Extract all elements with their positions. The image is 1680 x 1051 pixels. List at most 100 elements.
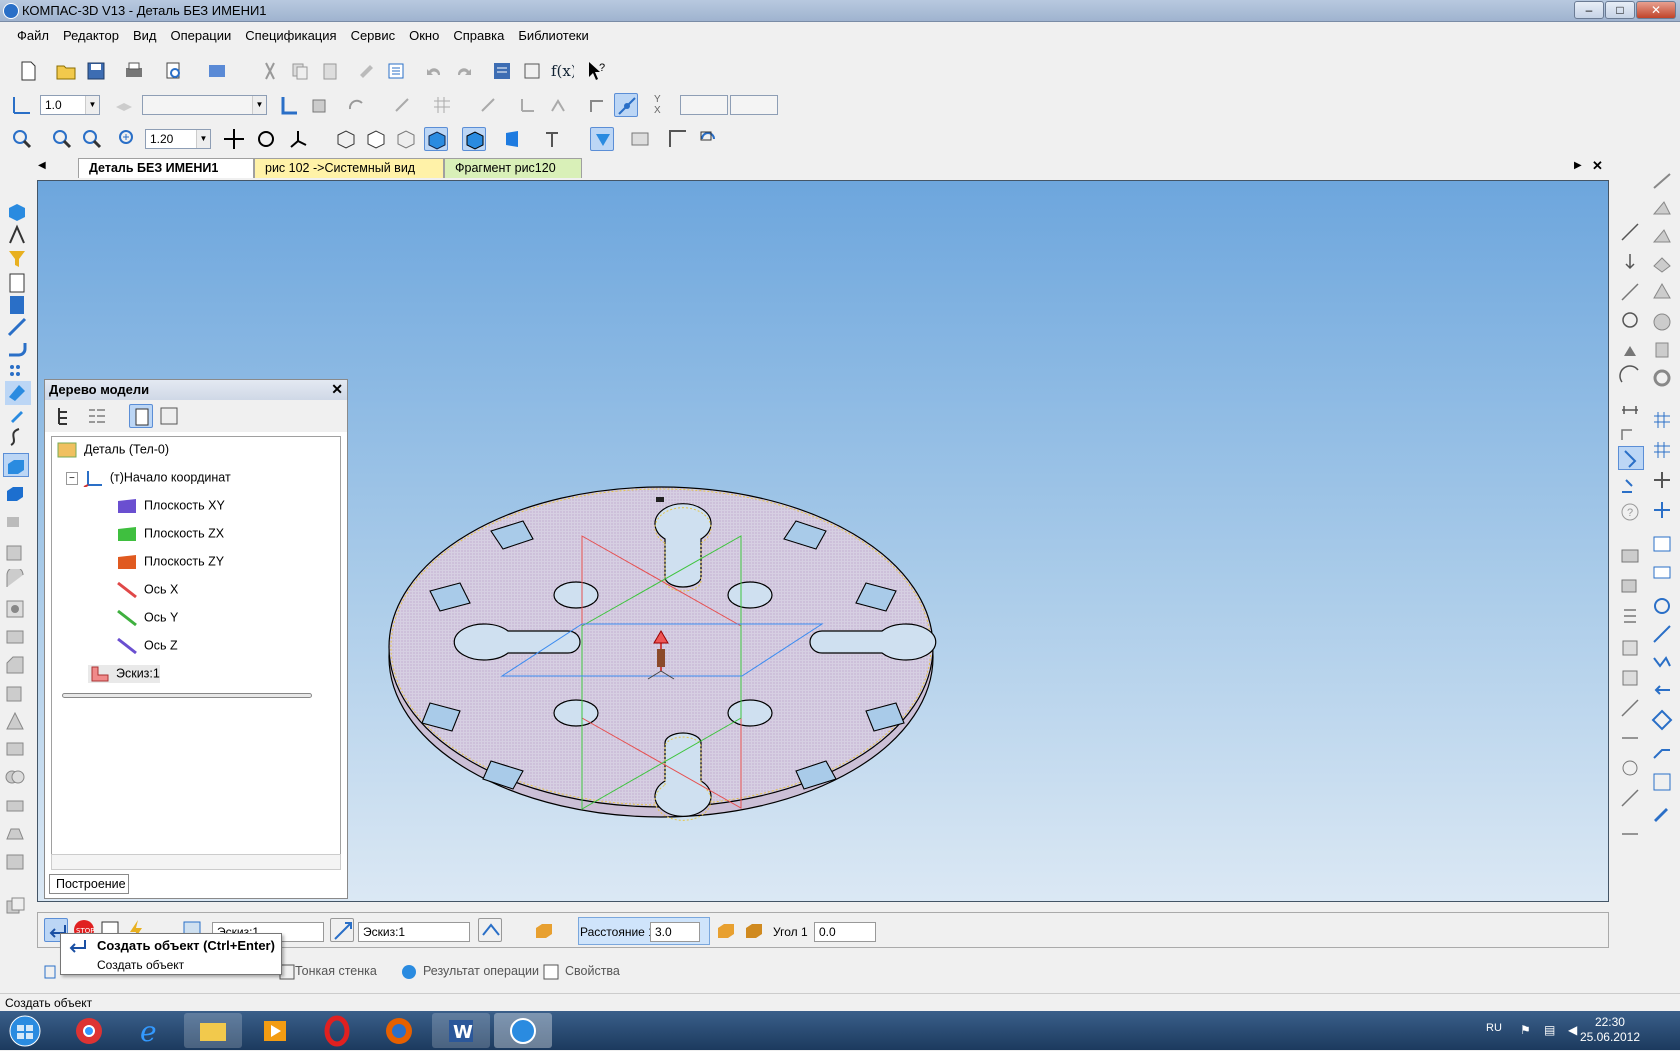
curves-icon[interactable] (5, 223, 31, 247)
direction-icon[interactable] (330, 918, 354, 942)
circle-icon[interactable] (1618, 308, 1644, 332)
filter-icon[interactable] (5, 247, 31, 271)
tree-view-icon[interactable] (129, 404, 153, 428)
display-mode-icon[interactable] (590, 127, 614, 151)
specification-icon[interactable] (5, 271, 31, 295)
zoom-scale-icon[interactable] (116, 127, 140, 151)
point-icon[interactable] (1618, 338, 1644, 362)
chevron-left-icon[interactable]: ◀ (38, 160, 46, 171)
tree-node-axis-y[interactable]: Ось Y (116, 609, 178, 627)
tree-node-part[interactable]: Деталь (Тел-0) (56, 441, 169, 459)
section-icon[interactable] (542, 127, 566, 151)
table-icon[interactable] (1650, 438, 1676, 462)
tree-node-plane-zx[interactable]: Плоскость ZX (116, 525, 224, 543)
coord-y-field[interactable] (730, 95, 778, 115)
draft-icon[interactable] (3, 821, 29, 845)
shell-icon[interactable] (3, 709, 29, 733)
snap-icon[interactable] (10, 93, 34, 117)
measure-icon[interactable] (666, 127, 690, 151)
add-point-icon[interactable] (1650, 498, 1676, 522)
ie-icon[interactable]: e (122, 1013, 180, 1048)
cut-icon[interactable] (258, 59, 282, 83)
close-tab-icon[interactable]: ✕ (1592, 158, 1603, 174)
extrude-type-icon[interactable] (532, 918, 556, 942)
redo-icon[interactable] (452, 59, 476, 83)
zoom-window-icon[interactable] (10, 127, 34, 151)
menu-operations[interactable]: Операции (163, 24, 238, 47)
thin-lines-icon[interactable] (394, 127, 418, 151)
part-editing-icon[interactable] (5, 200, 31, 224)
word-icon[interactable]: W (432, 1013, 490, 1048)
edge-icon[interactable] (1650, 168, 1676, 192)
chevron-down-icon[interactable]: ▼ (85, 96, 99, 114)
library-manager-icon[interactable] (490, 59, 514, 83)
attribute-icon[interactable] (1618, 544, 1644, 568)
paste-icon[interactable] (318, 59, 342, 83)
face-icon[interactable] (1650, 196, 1676, 220)
tab-detail[interactable]: Деталь БЕЗ ИМЕНИ1 (78, 158, 254, 178)
rotate-2d-icon[interactable] (1618, 636, 1644, 660)
offset-icon[interactable] (1618, 726, 1644, 750)
chevron-down-icon[interactable]: ▼ (196, 130, 210, 148)
tree-structure-icon[interactable] (53, 404, 77, 428)
grid-2d-icon[interactable] (1650, 408, 1676, 432)
boolean-icon[interactable] (3, 765, 29, 789)
menu-service[interactable]: Сервис (344, 24, 403, 47)
format-painter-icon[interactable] (354, 59, 378, 83)
sketch-plane-icon[interactable] (392, 93, 416, 117)
extrude-direction-icon[interactable] (478, 918, 502, 942)
mirror-icon[interactable] (3, 737, 29, 761)
fillet-2d-icon[interactable] (1618, 420, 1644, 444)
help-circle-icon[interactable]: ? (1618, 500, 1644, 524)
tab-operation-result[interactable]: Результат операции (423, 964, 539, 978)
rotate-icon[interactable] (254, 127, 278, 151)
dimension-icon[interactable] (1618, 392, 1644, 416)
line-icon[interactable] (1618, 220, 1644, 244)
zoom-in-icon[interactable] (80, 127, 104, 151)
tab-construction[interactable]: Построение (49, 874, 129, 894)
arrow-down-icon[interactable] (1618, 250, 1644, 274)
save-icon[interactable] (84, 59, 108, 83)
vertex-icon[interactable] (1650, 224, 1676, 248)
sheet-metal-icon[interactable] (5, 337, 31, 361)
fillet-icon[interactable] (3, 653, 29, 677)
circle-tool-icon[interactable] (1650, 594, 1676, 618)
chevron-right-icon[interactable]: ▶ (1574, 160, 1582, 171)
chrome-icon[interactable] (60, 1013, 118, 1048)
surfaces-icon[interactable] (5, 381, 31, 405)
loft-icon[interactable] (3, 541, 29, 565)
language-indicator[interactable]: RU (1486, 1022, 1502, 1034)
draft-outward-icon[interactable] (714, 918, 738, 942)
zoom-frame-icon[interactable] (50, 127, 74, 151)
zoom-combo[interactable]: 1.20 ▼ (145, 129, 211, 149)
coord-x-field[interactable] (680, 95, 728, 115)
chamfer-icon[interactable] (3, 681, 29, 705)
draft-inward-icon[interactable] (742, 918, 766, 942)
orientation-axes-icon[interactable] (286, 127, 310, 151)
view-settings-icon[interactable] (628, 127, 652, 151)
perspective-icon[interactable] (500, 127, 524, 151)
sketch-field-2[interactable]: Эскиз:1 (358, 922, 470, 942)
parts-icon[interactable] (520, 59, 544, 83)
spline-icon[interactable] (5, 425, 31, 449)
menu-editor[interactable]: Редактор (56, 24, 126, 47)
menu-view[interactable]: Вид (126, 24, 164, 47)
snap-toggle-icon[interactable] (614, 93, 638, 117)
spec-table-icon[interactable] (1650, 532, 1676, 556)
close-icon[interactable]: ✕ (331, 381, 343, 398)
print-icon[interactable] (122, 59, 146, 83)
distance-input[interactable]: 3.0 (650, 922, 700, 942)
step-icon[interactable] (586, 93, 610, 117)
flag-icon[interactable]: ⚑ (1520, 1023, 1531, 1037)
tree-hscroll[interactable] (51, 854, 341, 870)
trim-icon[interactable] (1618, 756, 1644, 780)
undo-icon[interactable] (422, 59, 446, 83)
grid-icon[interactable] (430, 93, 454, 117)
tree-node-sketch[interactable]: Эскиз:1 (88, 665, 160, 683)
rotation-body-icon[interactable] (3, 481, 29, 505)
help-pointer-icon[interactable]: ? (584, 59, 608, 83)
angle-input[interactable]: 0.0 (814, 922, 876, 942)
arrow-left-icon[interactable] (1650, 678, 1676, 702)
shaded-icon[interactable] (424, 127, 448, 151)
tab-thin-wall[interactable]: Тонкая стенка (295, 964, 377, 978)
